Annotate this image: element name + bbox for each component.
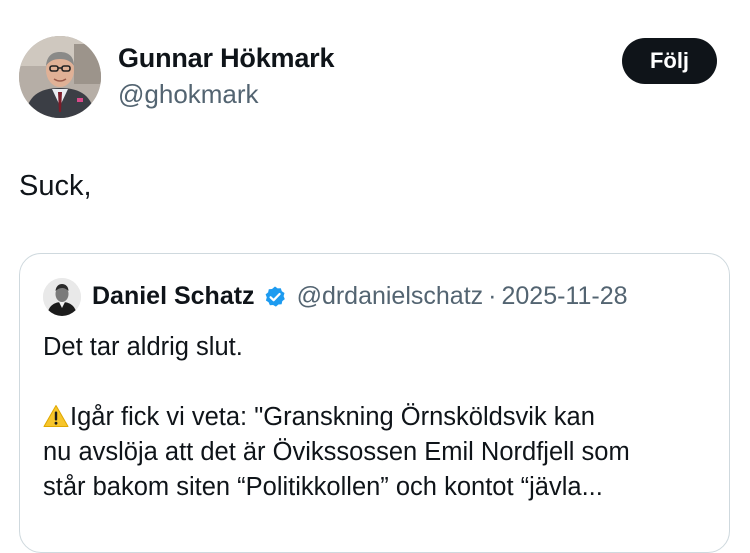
quote-paragraph-gap [43,365,715,400]
author-avatar[interactable] [19,36,101,118]
quote-author-avatar [43,278,81,316]
verified-badge-icon [263,285,287,309]
author-handle[interactable]: @ghokmark [118,79,259,110]
quote-date: 2025-11-28 [501,282,628,310]
quote-text-line: Det tar aldrig slut. [43,333,243,361]
person-avatar-photo [43,278,81,316]
person-avatar-photo [19,36,101,118]
quote-text: Det tar aldrig slut. Igår fick vi veta: … [43,330,715,505]
quote-author-handle: @drdanielschatz [296,282,484,310]
author-name[interactable]: Gunnar Hökmark [118,43,334,74]
follow-button[interactable]: Följ [622,38,717,84]
quote-author-name: Daniel Schatz [92,282,255,310]
quote-separator: · [488,282,497,310]
tweet-text: Suck, [19,170,92,202]
quote-text-line: nu avslöja att det är Övikssossen Emil N… [43,438,630,466]
warning-icon [43,404,69,428]
quote-text-line-content: Igår fick vi veta: "Granskning Örnskölds… [70,403,595,431]
quoted-tweet-card[interactable]: Daniel Schatz @drdanielschatz · 2025-11-… [19,253,730,553]
quote-text-line: står bakom siten “Politikkollen” och kon… [43,473,603,501]
quote-header: Daniel Schatz @drdanielschatz · 2025-11-… [92,282,628,311]
quote-text-line: Igår fick vi veta: "Granskning Örnskölds… [43,400,715,435]
